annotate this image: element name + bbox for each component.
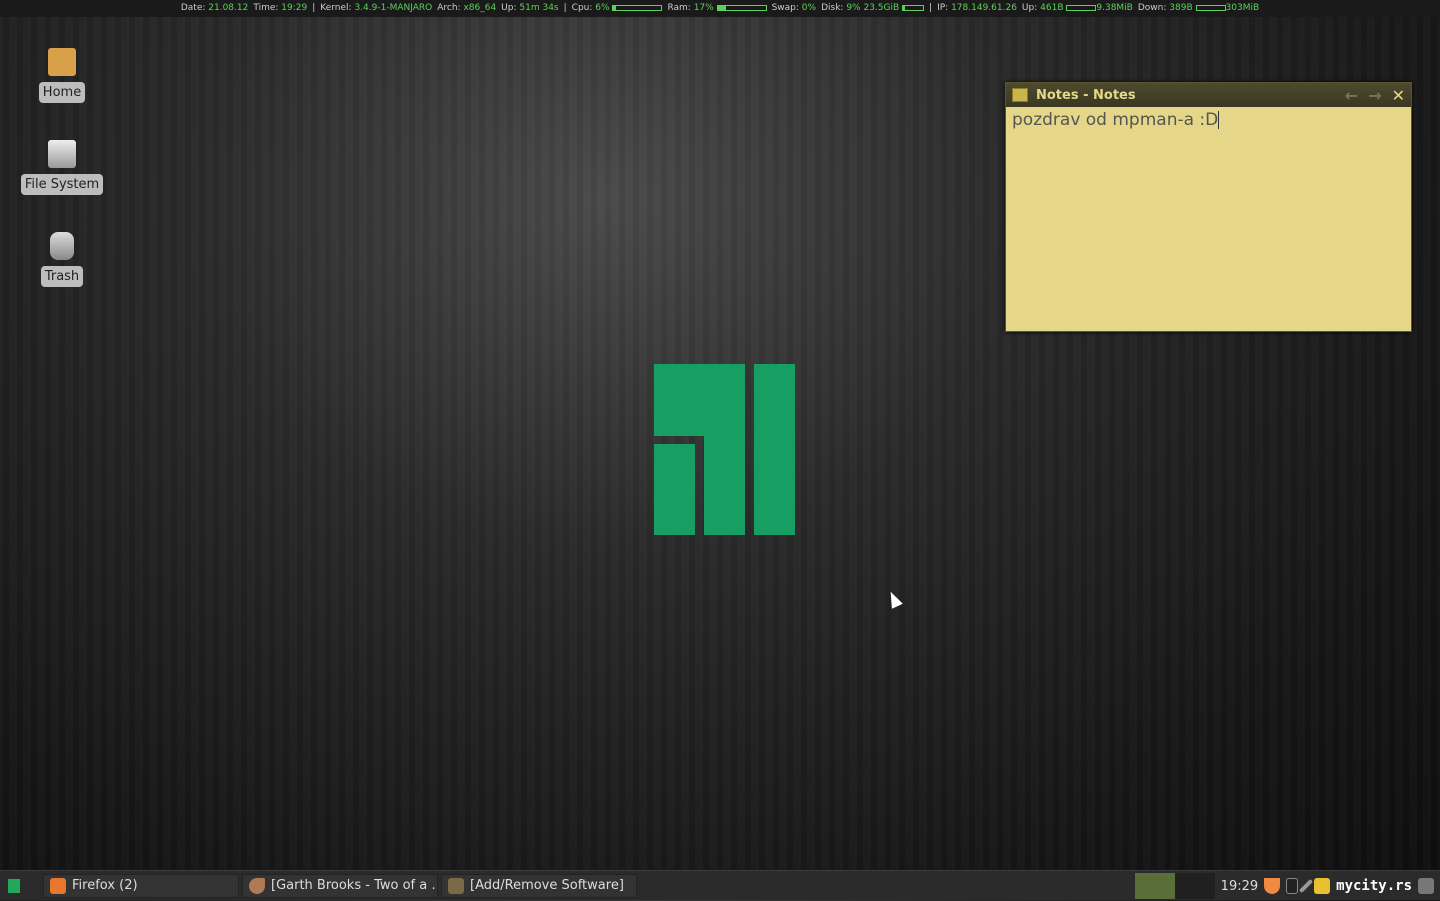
drive-icon bbox=[48, 140, 76, 168]
task-add-remove-software[interactable]: [Add/Remove Software] bbox=[441, 873, 637, 898]
music-tray-icon[interactable] bbox=[1264, 878, 1281, 894]
task-firefox[interactable]: Firefox (2) bbox=[43, 873, 239, 898]
net-up: 461B bbox=[1040, 3, 1064, 13]
ram-bar bbox=[716, 4, 767, 11]
taskbar: Firefox (2) [Garth Brooks - Two of a … [… bbox=[0, 870, 1440, 900]
task-label: [Garth Brooks - Two of a … bbox=[271, 878, 438, 893]
task-music-player[interactable]: [Garth Brooks - Two of a … bbox=[242, 873, 438, 898]
icon-label: Home bbox=[38, 82, 86, 103]
net-up-total: 9.38MiB bbox=[1096, 3, 1133, 13]
volume-icon[interactable] bbox=[1418, 878, 1434, 894]
notes-tray-icon[interactable] bbox=[1314, 878, 1331, 894]
desktop-icon-file-system[interactable]: File System bbox=[17, 140, 107, 195]
cpu: 6% bbox=[595, 3, 610, 13]
desktop-icon-trash[interactable]: Trash bbox=[17, 232, 107, 287]
notes-titlebar[interactable]: Notes - Notes ← → ✕ bbox=[1006, 83, 1411, 107]
net-down: 389B bbox=[1169, 3, 1193, 13]
close-icon[interactable]: ✕ bbox=[1392, 86, 1405, 105]
clipboard-icon[interactable] bbox=[1286, 878, 1299, 894]
swap: 0% bbox=[801, 3, 817, 13]
cpu-bar bbox=[612, 4, 663, 11]
date: 21.08.12 bbox=[208, 3, 249, 13]
music-player-icon bbox=[249, 877, 265, 894]
watermark: mycity.rs bbox=[1336, 878, 1412, 894]
clock[interactable]: 19:29 bbox=[1221, 879, 1258, 894]
window-title: Notes - Notes bbox=[1036, 87, 1136, 103]
conky-status-bar: Date: 21.08.12 Time: 19:29 | Kernel: 3.4… bbox=[0, 0, 1440, 17]
disk: 9% 23.5GiB bbox=[846, 3, 900, 13]
manjaro-menu-icon[interactable] bbox=[8, 878, 20, 893]
note-text: pozdrav od mpman-a :D bbox=[1012, 110, 1219, 130]
note-text-area[interactable]: pozdrav od mpman-a :D bbox=[1006, 107, 1411, 133]
uptime: 51m 34s bbox=[519, 3, 559, 13]
ip: 178.149.61.26 bbox=[951, 3, 1017, 13]
disk-bar bbox=[902, 4, 925, 11]
system-tray: 19:29 mycity.rs bbox=[1134, 871, 1440, 901]
network-plug-icon[interactable] bbox=[1299, 878, 1314, 894]
desktop-icon-home[interactable]: Home bbox=[17, 48, 107, 103]
arch: x86_64 bbox=[463, 3, 497, 13]
forward-arrow-icon[interactable]: → bbox=[1368, 86, 1381, 105]
icon-label: Trash bbox=[40, 266, 84, 287]
trash-icon bbox=[50, 232, 74, 260]
notes-window[interactable]: Notes - Notes ← → ✕ pozdrav od mpman-a :… bbox=[1005, 82, 1412, 332]
ram: 17% bbox=[693, 3, 714, 13]
home-folder-icon bbox=[48, 48, 76, 76]
task-label: Firefox (2) bbox=[72, 878, 138, 893]
net-down-total: 303MiB bbox=[1225, 3, 1260, 13]
kernel: 3.4.9-1-MANJARO bbox=[354, 3, 433, 13]
workspace-pager[interactable] bbox=[1134, 873, 1215, 899]
firefox-icon bbox=[50, 877, 66, 894]
task-label: [Add/Remove Software] bbox=[470, 878, 624, 893]
icon-label: File System bbox=[20, 174, 104, 195]
notes-app-icon bbox=[1012, 88, 1028, 102]
package-icon bbox=[448, 877, 464, 894]
time: 19:29 bbox=[281, 3, 308, 13]
back-arrow-icon[interactable]: ← bbox=[1345, 86, 1358, 105]
manjaro-logo bbox=[654, 364, 795, 535]
